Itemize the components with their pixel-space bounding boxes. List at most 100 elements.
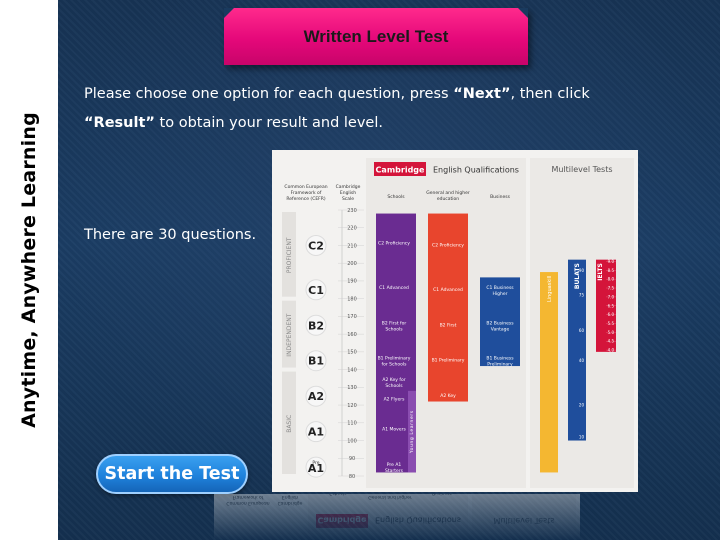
ielts-tick-label: 6.0 bbox=[608, 312, 615, 317]
scale-header-label: English bbox=[340, 190, 356, 196]
schools-exam-label: Pre A1 bbox=[387, 462, 402, 468]
bulats-tick-label: 60 bbox=[579, 328, 585, 333]
general-exam-label: C2 Proficiency bbox=[432, 242, 464, 248]
multilevel-title-label: Multilevel Tests bbox=[551, 165, 612, 174]
instructions-text: to obtain your result and level. bbox=[154, 115, 383, 131]
general-exam-label: A2 Key bbox=[440, 393, 456, 399]
cambridge-title-label: English Qualifications bbox=[433, 166, 519, 175]
cefr-chart-image: Cambridge English Qualifications Multileve… bbox=[272, 150, 638, 492]
cefr-header-label: Reference (CEFR) bbox=[286, 196, 326, 202]
ielts-tick-label: 6.5 bbox=[608, 303, 615, 308]
band-label: BASIC bbox=[286, 415, 293, 433]
linguaskill-label: Linguaskill bbox=[547, 276, 553, 302]
scale-tick-label: 110 bbox=[347, 421, 357, 427]
cefr-level-label: C2 bbox=[308, 239, 324, 252]
start-test-button[interactable]: Start the Test bbox=[96, 454, 248, 494]
bulats-tick-label: 40 bbox=[579, 358, 585, 363]
bulats-tick-label: 10 bbox=[579, 434, 585, 439]
schools-exam-label: C2 Proficiency bbox=[378, 240, 410, 246]
schools-exam-label: A2 Key for bbox=[382, 377, 405, 383]
column-header-label: education bbox=[437, 196, 459, 202]
ielts-tick-label: 8.0 bbox=[608, 277, 615, 282]
cefr-level-label: A1 bbox=[308, 462, 324, 475]
ielts-tick-label: 4.5 bbox=[608, 339, 615, 344]
schools-exam-label: for Schools bbox=[382, 362, 408, 368]
sidebar: Anytime, Anywhere Learning bbox=[0, 0, 58, 540]
scale-tick-label: 170 bbox=[347, 314, 357, 320]
title-banner: Written Level Test bbox=[224, 8, 528, 65]
bulats-tick-label: 75 bbox=[579, 293, 585, 298]
schools-exam-label: A1 Movers bbox=[382, 427, 406, 433]
scale-tick-label: 150 bbox=[347, 350, 357, 356]
scale-header-label: Scale bbox=[342, 196, 354, 202]
reflection-mark: Cambridge bbox=[318, 516, 367, 525]
scale-tick-label: 210 bbox=[347, 243, 357, 249]
cefr-header-label: Common European bbox=[284, 184, 327, 190]
cefr-header-label: Framework of bbox=[291, 190, 322, 196]
cefr-chart-reflection: Cambridge English Qualifications Multileve… bbox=[214, 494, 580, 540]
column-header-label: General and higher bbox=[426, 190, 470, 196]
band-label: PROFICIENT bbox=[286, 237, 293, 273]
ielts-tick-label: 5.5 bbox=[608, 321, 615, 326]
general-exam-label: B2 First bbox=[440, 322, 457, 328]
business-exam-label: Higher bbox=[493, 291, 508, 297]
question-count-text: There are 30 questions. bbox=[84, 227, 257, 243]
ielts-tick-label: 5.0 bbox=[608, 330, 615, 335]
cefr-level-label: A1 bbox=[308, 426, 324, 439]
scale-tick-label: 130 bbox=[347, 385, 357, 391]
scale-tick-label: 180 bbox=[347, 296, 357, 302]
ielts-tick-label: 7.0 bbox=[608, 294, 615, 299]
ielts-tick-label: 4.0 bbox=[608, 348, 615, 353]
instructions-line-1: Please choose one option for each questi… bbox=[84, 86, 590, 102]
scale-tick-label: 200 bbox=[347, 261, 357, 267]
scale-header-label: Cambridge bbox=[336, 184, 361, 190]
main-panel: Written Level Test Please choose one opt… bbox=[58, 0, 720, 540]
schools-exam-label: B1 Preliminary bbox=[378, 356, 411, 362]
business-exam-label: Preliminary bbox=[487, 362, 513, 368]
scale-tick-label: 90 bbox=[349, 456, 355, 462]
ielts-tick-label: 9.0 bbox=[608, 259, 615, 264]
schools-exam-label: Schools bbox=[385, 326, 403, 332]
cefr-level-label: C1 bbox=[308, 284, 324, 297]
ielts-label: IELTS bbox=[597, 263, 604, 281]
cefr-level-label: A2 bbox=[308, 390, 324, 403]
chart-reflection: Cambridge English Qualifications Multileve… bbox=[214, 494, 580, 540]
general-exam-label: C1 Advanced bbox=[433, 287, 463, 293]
reflection-mark bbox=[472, 494, 576, 532]
scale-tick-label: 120 bbox=[347, 403, 357, 409]
schools-exam-label: B2 First for bbox=[382, 320, 407, 326]
general-exam-label: B1 Preliminary bbox=[432, 358, 465, 364]
schools-exam-label: A2 Flyers bbox=[384, 397, 405, 403]
column-header-label: Schools bbox=[387, 194, 405, 200]
tagline-text: Anytime, Anywhere Learning bbox=[18, 112, 40, 428]
business-exam-label: B1 Business bbox=[486, 356, 514, 362]
bulats-tick-label: 90 bbox=[579, 268, 585, 273]
scale-tick-label: 80 bbox=[349, 474, 355, 480]
schools-exam-label: C1 Advanced bbox=[379, 285, 409, 291]
ielts-tick-label: 7.5 bbox=[608, 286, 615, 291]
scale-tick-label: 140 bbox=[347, 367, 357, 373]
reflection-mark: English Qualifications bbox=[375, 516, 461, 525]
business-exam-label: C1 Business bbox=[486, 285, 514, 291]
scale-tick-label: 100 bbox=[347, 438, 357, 444]
instructions-text: , then click bbox=[510, 86, 590, 102]
schools-exam-label: Schools bbox=[385, 383, 403, 389]
page-title: Written Level Test bbox=[303, 26, 449, 46]
scale-tick-label: 190 bbox=[347, 279, 357, 285]
cefr-chart: Cambridge English Qualifications Multileve… bbox=[272, 150, 638, 492]
general-bar bbox=[428, 213, 468, 402]
instructions-line-2: “Result” to obtain your result and level… bbox=[84, 115, 383, 131]
cefr-level-label: B2 bbox=[308, 319, 324, 332]
instructions-text: Please choose one option for each questi… bbox=[84, 86, 454, 102]
business-exam-label: Vantage bbox=[491, 326, 510, 332]
reflection-mark: Multilevel Tests bbox=[493, 516, 554, 525]
scale-tick-label: 220 bbox=[347, 226, 357, 232]
scale-tick-label: 160 bbox=[347, 332, 357, 338]
next-keyword: “Next” bbox=[453, 86, 511, 102]
business-exam-label: B2 Business bbox=[486, 320, 514, 326]
result-keyword: “Result” bbox=[84, 115, 155, 131]
cambridge-brand-label: Cambridge bbox=[376, 166, 425, 175]
column-header-label: Business bbox=[490, 194, 510, 200]
cefr-level-label: B1 bbox=[308, 355, 324, 368]
ielts-tick-label: 8.5 bbox=[608, 268, 615, 273]
